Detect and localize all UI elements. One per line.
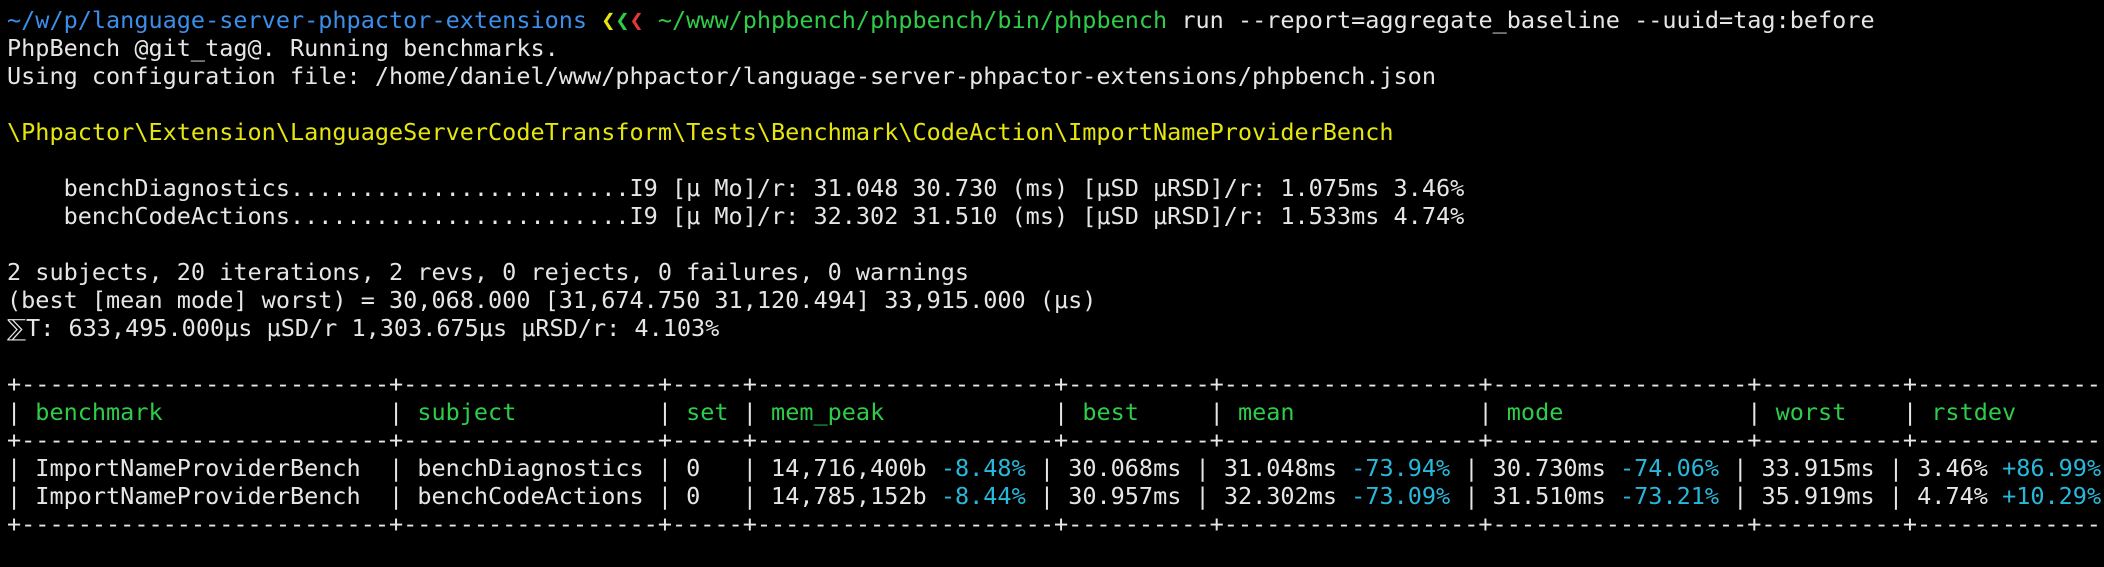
table-border: +--------------------------+------------… (7, 370, 2104, 398)
cell-mean: 31.048ms (1223, 454, 1338, 482)
cell-mem-peak-diff: -8.48% (940, 454, 1026, 482)
cell-benchmark: ImportNameProviderBench (35, 454, 361, 482)
prompt-cwd: ~/w/p/language-server-phpactor-extension… (7, 6, 588, 34)
command-path: ~/www/phpbench/phpbench/bin/phpbench (657, 6, 1168, 34)
cell-set: 0 (686, 482, 701, 510)
cell-best: 30.957ms (1068, 482, 1182, 510)
subject-result: benchCodeActions........................… (7, 202, 1465, 230)
command-args: run --report=aggregate_baseline --uuid=t… (1181, 6, 1875, 34)
cell-worst: 35.919ms (1761, 482, 1875, 510)
cell-subject: benchDiagnostics (417, 454, 644, 482)
cell-best: 30.068ms (1068, 454, 1182, 482)
column-header-benchmark: benchmark (35, 398, 163, 426)
table-row: | ImportNameProviderBench | benchDiagnos… (7, 454, 2102, 482)
cell-benchmark: ImportNameProviderBench (35, 482, 361, 510)
cell-rstdev-diff: +86.99% (2002, 454, 2102, 482)
cell-mode-diff: -74.06% (1620, 454, 1720, 482)
cell-mem-peak-diff: -8.44% (940, 482, 1026, 510)
output-intro: PhpBench @git_tag@. Running benchmarks. (7, 34, 559, 62)
table-border: +--------------------------+------------… (7, 510, 2104, 538)
column-header-mode: mode (1506, 398, 1564, 426)
summary-line: ⅀T: 633,495.000μs μSD/r 1,303.675μs μRSD… (7, 314, 720, 342)
cell-mem-peak: 14,785,152b (771, 482, 927, 510)
results-table: +--------------------------+------------… (7, 370, 2104, 538)
cell-mean-diff: -73.09% (1351, 482, 1451, 510)
summary-line: 2 subjects, 20 iterations, 2 revs, 0 rej… (7, 258, 970, 286)
cell-rstdev: 3.46% (1917, 454, 1988, 482)
cell-mode: 31.510ms (1492, 482, 1606, 510)
column-header-subject: subject (417, 398, 517, 426)
column-header-mem-peak: mem_peak (771, 398, 885, 426)
column-header-rstdev: rstdev (1931, 398, 2017, 426)
table-border: +--------------------------+------------… (7, 426, 2104, 454)
output-config: Using configuration file: /home/daniel/w… (7, 62, 1436, 90)
table-header-row: | benchmark | subject | set | mem_peak |… (7, 398, 2017, 426)
column-header-best: best (1082, 398, 1139, 426)
cell-rstdev: 4.74% (1917, 482, 1988, 510)
prompt-chevron-icon: ❮ (615, 6, 630, 34)
cell-mode-diff: -73.21% (1620, 482, 1720, 510)
prompt-line: ~/w/p/language-server-phpactor-extension… (7, 6, 2104, 34)
cell-set: 0 (686, 454, 701, 482)
cell-worst: 33.915ms (1761, 454, 1875, 482)
cell-mode: 30.730ms (1492, 454, 1606, 482)
cell-subject: benchCodeActions (417, 482, 644, 510)
cell-mean-diff: -73.94% (1351, 454, 1451, 482)
cell-mean: 32.302ms (1223, 482, 1338, 510)
summary-line: (best [mean mode] worst) = 30,068.000 [3… (7, 286, 1097, 314)
cell-mem-peak: 14,716,400b (771, 454, 927, 482)
column-header-set: set (686, 398, 729, 426)
cell-rstdev-diff: +10.29% (2002, 482, 2102, 510)
column-header-mean: mean (1237, 398, 1295, 426)
column-header-worst: worst (1775, 398, 1847, 426)
terminal-window[interactable]: ~/w/p/language-server-phpactor-extension… (0, 0, 2104, 538)
subject-result: benchDiagnostics........................… (7, 174, 1465, 202)
benchmark-class: \Phpactor\Extension\LanguageServerCodeTr… (7, 118, 1394, 146)
prompt-chevron-icon: ❮ (601, 6, 616, 34)
prompt-chevron-icon: ❮ (629, 6, 644, 34)
table-row: | ImportNameProviderBench | benchCodeAct… (7, 482, 2102, 510)
